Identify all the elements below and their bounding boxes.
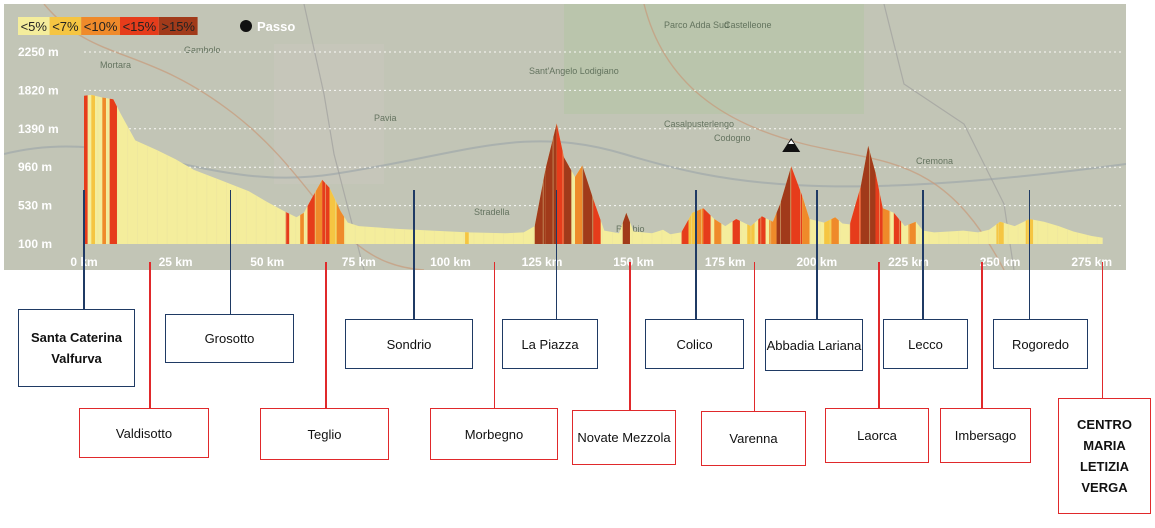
legend-label: <15% xyxy=(123,19,157,34)
y-tick-label: 100 m xyxy=(18,237,52,251)
location-label: Santa Caterina Valfurva xyxy=(18,309,135,387)
leader-line xyxy=(753,262,756,411)
location-label: Imbersago xyxy=(940,408,1031,463)
map-place-name: Stradella xyxy=(474,207,510,217)
x-tick-label: 25 km xyxy=(159,255,193,269)
map-place-name: Castelleone xyxy=(724,20,772,30)
location-label: Abbadia Lariana xyxy=(765,319,863,371)
location-label: Valdisotto xyxy=(79,408,209,458)
location-label: Teglio xyxy=(260,408,389,460)
profile-plot: Parco Adda SudCastelleone Mortara Gambolo P… xyxy=(4,4,1126,270)
legend-label: <5% xyxy=(21,19,48,34)
leader-line xyxy=(413,190,415,319)
location-label: Laorca xyxy=(825,408,929,463)
legend-label: <7% xyxy=(52,19,79,34)
x-tick-label: 100 km xyxy=(430,255,471,269)
location-label: Novate Mezzola xyxy=(572,410,676,465)
leader-line xyxy=(816,190,818,319)
x-tick-label: 275 km xyxy=(1071,255,1112,269)
legend-label: >15% xyxy=(161,19,195,34)
leader-line xyxy=(878,262,880,408)
city-area xyxy=(274,44,384,184)
leader-line xyxy=(555,190,558,319)
location-label: Sondrio xyxy=(345,319,473,369)
map-place-name: Sant'Angelo Lodigiano xyxy=(529,66,619,76)
y-tick-label: 960 m xyxy=(18,160,52,174)
leader-line xyxy=(493,262,496,408)
y-tick-label: 2250 m xyxy=(18,45,59,59)
location-label: Morbegno xyxy=(430,408,558,460)
location-label: Grosotto xyxy=(165,314,294,363)
leader-line xyxy=(695,190,697,319)
elevation-profile-chart: Parco Adda Sud Castelleone Mortara Gambolo P… xyxy=(4,4,1126,270)
map-place-name: Mortara xyxy=(100,60,131,70)
location-label: Lecco xyxy=(883,319,968,369)
leader-line xyxy=(325,262,327,408)
leader-line xyxy=(1101,262,1104,398)
x-tick-label: 175 km xyxy=(705,255,746,269)
location-label: CENTRO MARIA LETIZIA VERGA xyxy=(1058,398,1151,514)
x-tick-label: 50 km xyxy=(250,255,284,269)
map-place-name: Codogno xyxy=(714,133,751,143)
leader-line xyxy=(922,190,924,319)
location-label: Rogoredo xyxy=(993,319,1088,369)
leader-line xyxy=(83,190,85,309)
map-place-name: Casalpusterlengo xyxy=(664,119,734,129)
y-tick-label: 1390 m xyxy=(18,122,59,136)
map-place-name: Parco Adda Sud xyxy=(664,20,729,30)
leader-line xyxy=(149,262,151,408)
pass-legend-dot xyxy=(240,20,252,32)
map-place-name: Gambolo xyxy=(184,45,221,55)
pass-legend-label: Passo xyxy=(257,19,295,34)
leader-line xyxy=(1028,190,1031,319)
y-tick-label: 1820 m xyxy=(18,83,59,97)
map-place-name: Cremona xyxy=(916,156,953,166)
legend-label: <10% xyxy=(84,19,118,34)
x-tick-label: 75 km xyxy=(342,255,376,269)
leader-line xyxy=(229,190,232,314)
leader-line xyxy=(981,262,983,408)
leader-line xyxy=(629,262,631,410)
x-tick-label: 250 km xyxy=(980,255,1021,269)
x-tick-label: 150 km xyxy=(613,255,654,269)
location-label: Colico xyxy=(645,319,744,369)
y-tick-label: 530 m xyxy=(18,199,52,213)
location-label: La Piazza xyxy=(502,319,598,369)
location-label: Varenna xyxy=(701,411,806,466)
map-place-name: Pavia xyxy=(374,113,397,123)
